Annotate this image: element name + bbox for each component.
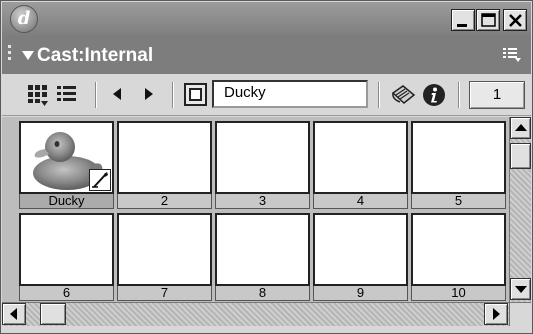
- cast-member-script-icon[interactable]: [390, 83, 416, 107]
- cast-member-label: Ducky: [19, 194, 114, 209]
- toolbar-separator: [95, 82, 97, 108]
- arrow-up-icon: [515, 124, 527, 131]
- scroll-right-button[interactable]: [484, 303, 508, 325]
- cast-member-thumbnail[interactable]: [313, 213, 408, 286]
- cast-member-label: 5: [411, 194, 506, 209]
- scroll-left-button[interactable]: [2, 303, 26, 325]
- close-icon: [509, 14, 522, 27]
- panel-header[interactable]: Cast:Internal: [2, 36, 531, 74]
- cast-member-thumbnail[interactable]: [117, 121, 212, 194]
- cast-member-thumbnail[interactable]: [313, 121, 408, 194]
- thumbnail-view-icon[interactable]: [27, 83, 51, 107]
- cast-member-cell[interactable]: Ducky: [19, 121, 114, 211]
- arrow-down-icon: [515, 286, 527, 293]
- cast-member-cell[interactable]: 8: [215, 213, 310, 302]
- cast-member-cell[interactable]: 10: [411, 213, 506, 302]
- cast-member-thumbnail[interactable]: [411, 213, 506, 286]
- app-logo-icon: d: [10, 5, 38, 33]
- minimize-icon: [457, 24, 467, 27]
- cast-member-cell[interactable]: 3: [215, 121, 310, 211]
- toolbar-separator: [378, 82, 380, 108]
- title-bar[interactable]: d: [2, 2, 531, 36]
- cast-window: d Cast:Internal Ducky 1 Ducky 2 3 4 5 6 …: [0, 0, 533, 334]
- cast-member-thumbnail[interactable]: [117, 213, 212, 286]
- panel-grip-handle[interactable]: [8, 45, 14, 65]
- cast-member-cell[interactable]: 9: [313, 213, 408, 302]
- script-attached-icon: [89, 169, 111, 191]
- panel-options-icon[interactable]: [503, 47, 521, 63]
- list-view-icon[interactable]: [56, 83, 78, 105]
- cast-member-label: 10: [411, 286, 506, 301]
- cast-member-cell[interactable]: 7: [117, 213, 212, 302]
- cast-member-thumbnail[interactable]: [215, 213, 310, 286]
- cast-member-cell[interactable]: 2: [117, 121, 212, 211]
- cast-member-cell[interactable]: 5: [411, 121, 506, 211]
- cast-member-label: 4: [313, 194, 408, 209]
- cast-member-number[interactable]: 1: [469, 81, 525, 109]
- maximize-icon: [481, 13, 496, 27]
- horizontal-scrollbar[interactable]: [2, 302, 509, 326]
- previous-cast-member-icon[interactable]: [110, 83, 124, 105]
- panel-title: Cast:Internal: [37, 45, 154, 66]
- cast-member-label: 9: [313, 286, 408, 301]
- cast-member-cell[interactable]: 4: [313, 121, 408, 211]
- cast-member-label: 8: [215, 286, 310, 301]
- cast-member-thumbnail[interactable]: [411, 121, 506, 194]
- arrow-right-icon: [493, 308, 500, 320]
- cast-toolbar: Ducky 1: [2, 74, 531, 116]
- arrow-left-icon: [10, 308, 17, 320]
- cast-member-label: 7: [117, 286, 212, 301]
- vertical-scroll-thumb[interactable]: [510, 143, 531, 169]
- panel-collapse-icon[interactable]: [22, 51, 34, 60]
- close-button[interactable]: [503, 9, 527, 31]
- cast-member-thumbnail[interactable]: [215, 121, 310, 194]
- horizontal-scroll-thumb[interactable]: [40, 303, 66, 325]
- cast-member-thumbnail[interactable]: [19, 213, 114, 286]
- cast-member-label: 2: [117, 194, 212, 209]
- next-cast-member-icon[interactable]: [142, 83, 156, 105]
- cast-member-thumbnail[interactable]: [19, 121, 114, 194]
- toolbar-separator: [172, 82, 174, 108]
- scroll-up-button[interactable]: [510, 117, 531, 139]
- maximize-button[interactable]: [476, 9, 500, 31]
- minimize-button[interactable]: [451, 9, 475, 31]
- vertical-scrollbar[interactable]: [509, 117, 531, 302]
- cast-member-label: 3: [215, 194, 310, 209]
- cast-member-properties-icon[interactable]: [422, 83, 446, 107]
- scrollbar-corner: [509, 302, 531, 326]
- cast-grid[interactable]: Ducky 2 3 4 5 6 7 8 9 10: [2, 117, 509, 302]
- cast-member-cell[interactable]: 6: [19, 213, 114, 302]
- scroll-down-button[interactable]: [510, 278, 531, 300]
- drag-cast-member-icon[interactable]: [184, 83, 208, 107]
- toolbar-separator: [458, 82, 460, 108]
- cast-member-name-field[interactable]: Ducky: [212, 80, 368, 108]
- cast-member-label: 6: [19, 286, 114, 301]
